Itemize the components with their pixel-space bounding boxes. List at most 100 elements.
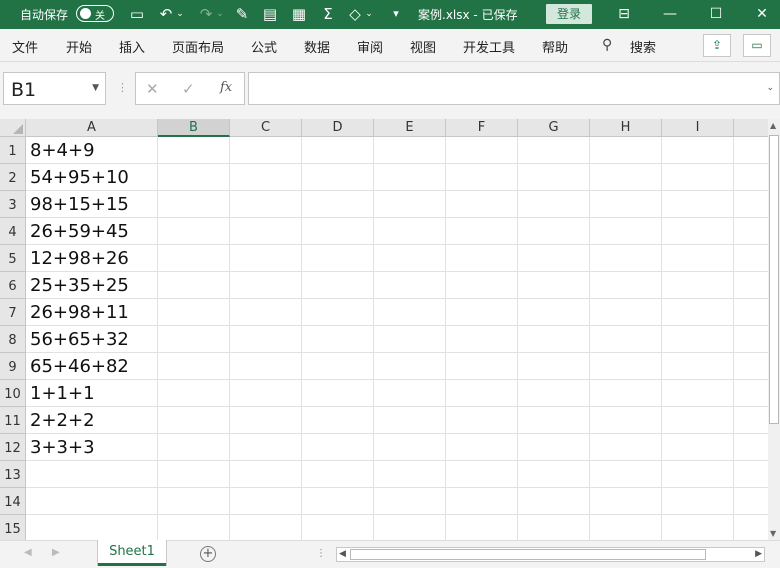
cell[interactable] [662,326,734,353]
column-header-f[interactable]: F [446,119,518,137]
cell[interactable] [230,191,302,218]
cell[interactable] [158,191,230,218]
cell[interactable] [734,407,768,434]
cell[interactable] [230,272,302,299]
cell[interactable] [734,434,768,461]
cell[interactable] [518,353,590,380]
cell[interactable] [374,299,446,326]
scroll-left-icon[interactable]: ◀ [339,549,346,559]
share-icon[interactable]: ⇪ [703,34,731,57]
cell[interactable] [302,461,374,488]
row-header-5[interactable]: 5 [0,245,26,272]
cell[interactable] [158,380,230,407]
cell[interactable] [518,299,590,326]
cell[interactable] [230,434,302,461]
cell[interactable] [158,245,230,272]
horizontal-scroll-thumb[interactable] [350,549,706,560]
row-header-11[interactable]: 11 [0,407,26,434]
cell[interactable] [446,299,518,326]
row-header-3[interactable]: 3 [0,191,26,218]
cell[interactable] [302,515,374,540]
cell[interactable] [446,461,518,488]
cell[interactable] [590,461,662,488]
cell[interactable] [374,461,446,488]
cell[interactable] [158,434,230,461]
cell[interactable] [734,380,768,407]
cell[interactable] [158,326,230,353]
cell[interactable] [662,218,734,245]
cell[interactable] [374,434,446,461]
customize-toolbar-icon[interactable]: ▾ [386,4,406,24]
cell[interactable] [446,272,518,299]
scroll-down-icon[interactable]: ▼ [770,529,776,538]
row-header-12[interactable]: 12 [0,434,26,461]
tab-data[interactable]: 数据 [304,37,330,56]
cell[interactable] [302,191,374,218]
cell[interactable] [26,488,158,515]
cell[interactable] [662,380,734,407]
cell[interactable] [158,218,230,245]
search-icon[interactable]: ⚲ [602,37,612,53]
sheet-bar-grip-icon[interactable]: ⋮ [316,548,326,559]
form-icon[interactable]: ▦ [289,4,309,24]
cell[interactable] [734,245,768,272]
cell[interactable] [662,461,734,488]
cell[interactable] [374,245,446,272]
cell[interactable] [374,407,446,434]
cell[interactable] [446,434,518,461]
cell[interactable] [158,137,230,164]
cell[interactable] [302,434,374,461]
cell[interactable] [590,488,662,515]
cell[interactable] [230,137,302,164]
prev-sheet-icon[interactable]: ◀ [24,547,32,558]
row-header-4[interactable]: 4 [0,218,26,245]
cell[interactable] [518,164,590,191]
insert-function-icon[interactable]: fx [220,80,232,95]
cell[interactable] [734,191,768,218]
row-header-14[interactable]: 14 [0,488,26,515]
cell[interactable] [518,272,590,299]
maximize-icon[interactable]: ☐ [704,3,728,25]
cell[interactable] [734,137,768,164]
cell[interactable] [374,326,446,353]
cell[interactable] [518,515,590,540]
cell[interactable] [302,380,374,407]
cell[interactable] [590,326,662,353]
cell[interactable] [302,407,374,434]
vertical-scrollbar[interactable]: ▲ ▼ [768,119,780,540]
cell[interactable] [302,164,374,191]
cell[interactable] [158,488,230,515]
cell[interactable] [590,434,662,461]
cell[interactable] [518,326,590,353]
cell[interactable] [518,488,590,515]
tab-file[interactable]: 文件 [12,37,38,56]
row-header-6[interactable]: 6 [0,272,26,299]
cell[interactable] [158,299,230,326]
cell[interactable] [662,272,734,299]
cell[interactable] [662,488,734,515]
shapes-icon[interactable]: ◇ [345,4,365,24]
cell[interactable] [230,353,302,380]
cell[interactable] [302,488,374,515]
search-label[interactable]: 搜索 [630,37,656,56]
cell[interactable] [734,488,768,515]
cell[interactable] [590,407,662,434]
row-header-15[interactable]: 15 [0,515,26,540]
cell[interactable] [374,380,446,407]
cell[interactable] [662,245,734,272]
cell[interactable] [662,353,734,380]
cell[interactable] [590,380,662,407]
ribbon-display-icon[interactable]: ⊟ [612,3,636,25]
cell[interactable] [446,353,518,380]
cell[interactable] [518,137,590,164]
tab-formulas[interactable]: 公式 [251,37,277,56]
cell[interactable] [518,191,590,218]
name-box-dropdown-icon[interactable]: ▼ [92,83,99,93]
cell[interactable] [446,137,518,164]
next-sheet-icon[interactable]: ▶ [52,547,60,558]
row-header-2[interactable]: 2 [0,164,26,191]
cell[interactable] [302,218,374,245]
cell[interactable] [734,326,768,353]
row-header-1[interactable]: 1 [0,137,26,164]
undo-icon[interactable]: ↶ [156,4,176,24]
